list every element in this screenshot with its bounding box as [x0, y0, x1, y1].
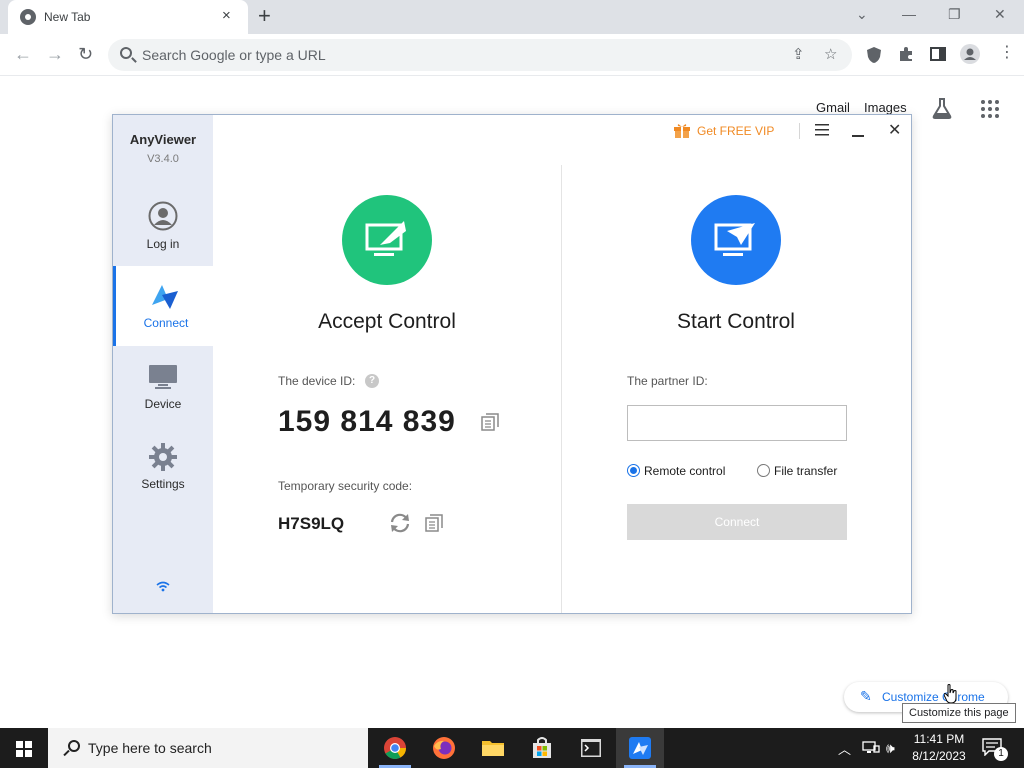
windows-logo-icon	[16, 741, 32, 757]
file-explorer-icon	[482, 741, 504, 756]
temp-code-label: Temporary security code:	[278, 479, 413, 493]
get-vip-link[interactable]: Get FREE VIP	[697, 124, 774, 138]
network-icon[interactable]	[862, 740, 880, 754]
start-button[interactable]	[0, 728, 48, 768]
device-id-value: 159 814 839	[278, 405, 456, 438]
monitor-icon	[149, 365, 177, 389]
terminal-icon	[581, 739, 601, 757]
accept-control-title: Accept Control	[318, 310, 456, 333]
taskbar-store[interactable]	[518, 728, 566, 768]
tooltip: Customize this page	[902, 703, 1016, 723]
profile-avatar-icon[interactable]	[960, 44, 980, 64]
taskbar-search-placeholder: Type here to search	[88, 740, 212, 756]
window-minimize-button[interactable]: —	[902, 6, 916, 22]
labs-flask-icon[interactable]	[931, 97, 953, 119]
chrome-icon	[384, 737, 406, 759]
store-icon	[533, 737, 551, 758]
app-version: V3.4.0	[147, 153, 179, 165]
copy-icon[interactable]	[481, 413, 499, 431]
new-tab-button[interactable]: +	[258, 4, 271, 28]
copy-icon[interactable]	[425, 514, 443, 532]
window-restore-button[interactable]: ❐	[948, 6, 961, 23]
wifi-status-icon	[156, 581, 170, 592]
windows-taskbar: Type here to search ︿ 🕪 11:41 PM 8/12/20…	[0, 728, 1024, 768]
clock-time[interactable]: 11:41 PM	[904, 732, 974, 746]
sidebar-item-connect[interactable]: Connect	[113, 266, 213, 346]
taskbar-terminal[interactable]	[567, 728, 615, 768]
forward-icon[interactable]: →	[46, 43, 64, 65]
sidebar-item-label: Connect	[143, 316, 189, 330]
google-apps-icon[interactable]	[981, 100, 999, 118]
close-icon[interactable]: ✕	[888, 123, 901, 139]
taskbar-firefox[interactable]	[420, 728, 468, 768]
temp-code-value: H7S9LQ	[278, 514, 345, 533]
taskbar-anyviewer[interactable]	[616, 728, 664, 768]
sidebar-item-login[interactable]: Log in	[113, 187, 213, 267]
pencil-icon: ✎	[860, 688, 872, 704]
notification-count-badge: 1	[994, 747, 1008, 761]
customize-chrome-label: Customize Chrome	[882, 690, 985, 704]
browser-toolbar: ← → ↻ Search Google or type a URL ⇪ ☆ ⋮	[0, 34, 1024, 76]
tab-search-icon[interactable]: ⌄	[856, 6, 868, 23]
connect-button[interactable]: Connect	[627, 504, 847, 540]
hamburger-menu-icon[interactable]	[815, 124, 829, 136]
gift-icon[interactable]	[673, 122, 691, 138]
taskbar-search-box[interactable]: Type here to search	[48, 728, 368, 768]
chrome-menu-icon[interactable]: ⋮	[999, 44, 1015, 62]
side-panel-icon[interactable]	[930, 47, 946, 61]
hand-cursor-icon	[944, 684, 957, 704]
sidebar-item-label: Log in	[146, 237, 180, 251]
sidebar-item-label: Device	[144, 397, 182, 411]
accept-control-icon	[342, 195, 432, 285]
user-icon	[148, 201, 178, 231]
chrome-favicon-icon	[20, 9, 36, 25]
anyviewer-icon	[629, 737, 651, 759]
omnibox[interactable]: Search Google or type a URL ⇪ ☆	[108, 39, 852, 71]
search-icon	[68, 740, 80, 752]
sidebar-item-device[interactable]: Device	[113, 347, 213, 427]
tab-title: New Tab	[44, 10, 91, 24]
window-close-button[interactable]: ✕	[994, 6, 1006, 23]
connect-icon	[152, 285, 178, 309]
start-control-icon	[691, 195, 781, 285]
share-icon[interactable]: ⇪	[792, 46, 805, 64]
browser-tab[interactable]: New Tab ×	[8, 0, 248, 34]
panel-divider	[561, 165, 562, 613]
partner-id-label: The partner ID:	[627, 374, 708, 388]
clock-date[interactable]: 8/12/2023	[904, 749, 974, 763]
gmail-link[interactable]: Gmail	[816, 100, 850, 115]
help-icon[interactable]: ?	[365, 374, 379, 388]
tray-overflow-icon[interactable]: ︿	[838, 739, 851, 758]
ublock-shield-icon[interactable]	[866, 46, 882, 64]
back-icon[interactable]: ←	[14, 43, 32, 65]
taskbar-chrome[interactable]	[371, 728, 419, 768]
search-icon	[120, 47, 132, 59]
reload-icon[interactable]: ↻	[78, 43, 93, 65]
refresh-icon[interactable]	[389, 513, 411, 533]
titlebar-divider	[799, 123, 800, 139]
minimize-icon[interactable]	[852, 135, 864, 137]
firefox-icon	[433, 737, 455, 759]
gear-icon	[149, 443, 177, 471]
images-link[interactable]: Images	[864, 100, 907, 115]
app-name: AnyViewer	[129, 132, 197, 147]
remote-control-radio[interactable]	[627, 464, 640, 477]
omnibox-placeholder: Search Google or type a URL	[142, 47, 326, 63]
remote-control-label[interactable]: Remote control	[644, 464, 725, 478]
tab-close-icon[interactable]: ×	[222, 8, 231, 24]
browser-tabstrip: New Tab × + ⌄ — ❐ ✕	[0, 0, 1024, 34]
file-transfer-radio[interactable]	[757, 464, 770, 477]
sidebar-item-settings[interactable]: Settings	[113, 427, 213, 507]
volume-icon[interactable]: 🕪	[886, 740, 895, 757]
partner-id-input[interactable]	[627, 405, 847, 441]
sidebar-item-label: Settings	[141, 477, 185, 491]
bookmark-star-icon[interactable]: ☆	[824, 46, 837, 64]
device-id-label: The device ID:	[278, 374, 356, 388]
file-transfer-label[interactable]: File transfer	[774, 464, 837, 478]
taskbar-file-explorer[interactable]	[469, 728, 517, 768]
anyviewer-sidebar: AnyViewer V3.4.0 Log in Connect Device S…	[113, 115, 213, 613]
start-control-title: Start Control	[677, 310, 795, 333]
extensions-puzzle-icon[interactable]	[898, 46, 914, 62]
anyviewer-window: AnyViewer V3.4.0 Log in Connect Device S…	[112, 114, 912, 614]
